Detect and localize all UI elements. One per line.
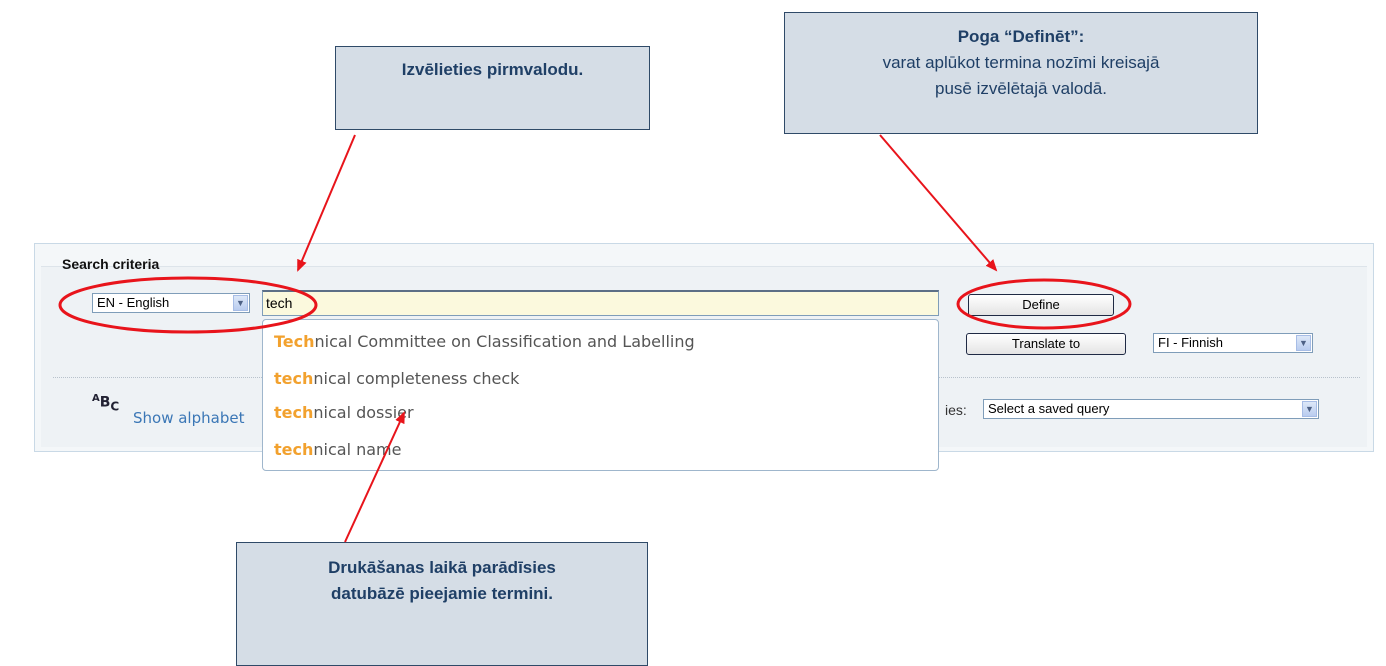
callout-typing-line2: datubāzē pieejamie termini. bbox=[330, 584, 553, 603]
suggestion-rest: nical completeness check bbox=[313, 369, 520, 388]
suggestion-item[interactable]: technical dossier bbox=[274, 403, 414, 422]
saved-query-select[interactable]: Select a saved query ▼ bbox=[983, 399, 1319, 419]
chevron-down-icon[interactable]: ▼ bbox=[1302, 401, 1317, 417]
suggestion-match: Tech bbox=[274, 332, 315, 351]
suggestion-item[interactable]: technical completeness check bbox=[274, 369, 519, 388]
callout-typing-suggestions: Drukāšanas laikā parādīsies datubāzē pie… bbox=[236, 542, 648, 666]
suggestion-rest: nical dossier bbox=[313, 403, 414, 422]
chevron-down-icon[interactable]: ▼ bbox=[1296, 335, 1311, 351]
chevron-down-icon[interactable]: ▼ bbox=[233, 295, 248, 311]
search-criteria-title: Search criteria bbox=[62, 256, 160, 272]
target-language-value: FI - Finnish bbox=[1158, 335, 1224, 350]
suggestion-item[interactable]: technical name bbox=[274, 440, 401, 459]
source-language-select[interactable]: EN - English ▼ bbox=[92, 293, 250, 313]
search-input-value: tech bbox=[266, 295, 293, 311]
callout-choose-language: Izvēlieties pirmvalodu. bbox=[335, 46, 650, 130]
translate-button[interactable]: Translate to bbox=[966, 333, 1126, 355]
suggestion-item[interactable]: Technical Committee on Classification an… bbox=[274, 332, 695, 351]
suggestion-match: tech bbox=[274, 403, 314, 422]
callout-language-text: Izvēlieties pirmvalodu. bbox=[401, 60, 584, 79]
target-language-select[interactable]: FI - Finnish ▼ bbox=[1153, 333, 1313, 353]
alphabet-icon: ABC bbox=[92, 393, 120, 414]
show-alphabetic-link[interactable]: Show alphabet bbox=[133, 409, 244, 427]
define-button[interactable]: Define bbox=[968, 294, 1114, 316]
suggestion-match: tech bbox=[274, 440, 314, 459]
saved-query-value: Select a saved query bbox=[988, 401, 1110, 416]
suggestion-match: tech bbox=[274, 369, 314, 388]
suggestion-rest: nical Committee on Classification and La… bbox=[314, 332, 695, 351]
search-input[interactable]: tech bbox=[262, 290, 939, 316]
source-language-value: EN - English bbox=[97, 295, 170, 310]
suggestion-rest: nical name bbox=[313, 440, 402, 459]
callout-define-title: Poga “Definēt”: bbox=[957, 27, 1085, 46]
autocomplete-list: Technical Committee on Classification an… bbox=[262, 319, 939, 471]
callout-define-line2: pusē izvēlētajā valodā. bbox=[934, 79, 1107, 98]
callout-typing-line1: Drukāšanas laikā parādīsies bbox=[328, 558, 556, 577]
callout-define-button: Poga “Definēt”: varat aplūkot termina no… bbox=[784, 12, 1258, 134]
callout-define-line1: varat aplūkot termina nozīmi kreisajā bbox=[882, 53, 1160, 72]
saved-queries-label: ies: bbox=[945, 402, 967, 418]
